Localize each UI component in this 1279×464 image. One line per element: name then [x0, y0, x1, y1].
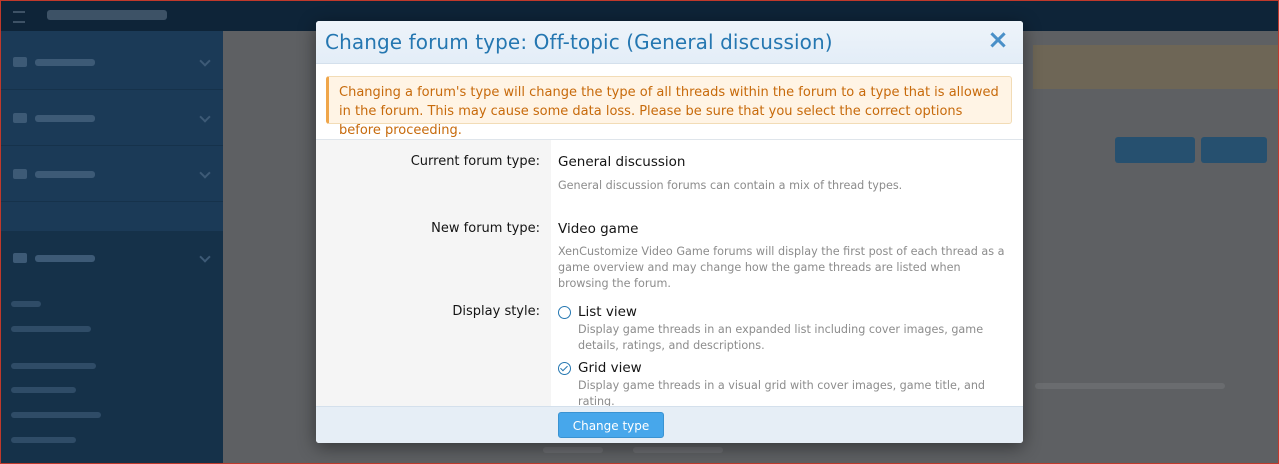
display-style-label: Display style:: [452, 304, 540, 319]
list-view-hint: Display game threads in an expanded list…: [578, 323, 984, 352]
current-type-hint: General discussion forums can contain a …: [558, 179, 903, 192]
change-forum-type-dialog: Change forum type: Off-topic (General di…: [316, 21, 1023, 443]
list-view-label[interactable]: List view: [578, 304, 637, 320]
change-type-button[interactable]: Change type: [558, 412, 664, 438]
current-type-value: General discussion: [558, 154, 686, 170]
close-icon[interactable]: ×: [987, 27, 1009, 53]
current-type-label: Current forum type:: [410, 154, 540, 169]
form-body: Current forum type: General discussion G…: [316, 139, 1023, 408]
grid-view-label[interactable]: Grid view: [578, 360, 642, 376]
new-type-value: Video game: [558, 221, 639, 237]
grid-view-radio[interactable]: [558, 362, 571, 375]
new-type-hint: XenCustomize Video Game forums will disp…: [558, 245, 1005, 290]
new-type-label: New forum type:: [431, 221, 540, 236]
modal-header: Change forum type: Off-topic (General di…: [316, 21, 1023, 64]
label-column: [316, 140, 551, 407]
modal-footer: Change type: [316, 406, 1023, 443]
modal-title: Change forum type: Off-topic (General di…: [325, 30, 833, 54]
warning-notice: Changing a forum's type will change the …: [326, 76, 1012, 138]
list-view-radio[interactable]: [558, 306, 571, 319]
